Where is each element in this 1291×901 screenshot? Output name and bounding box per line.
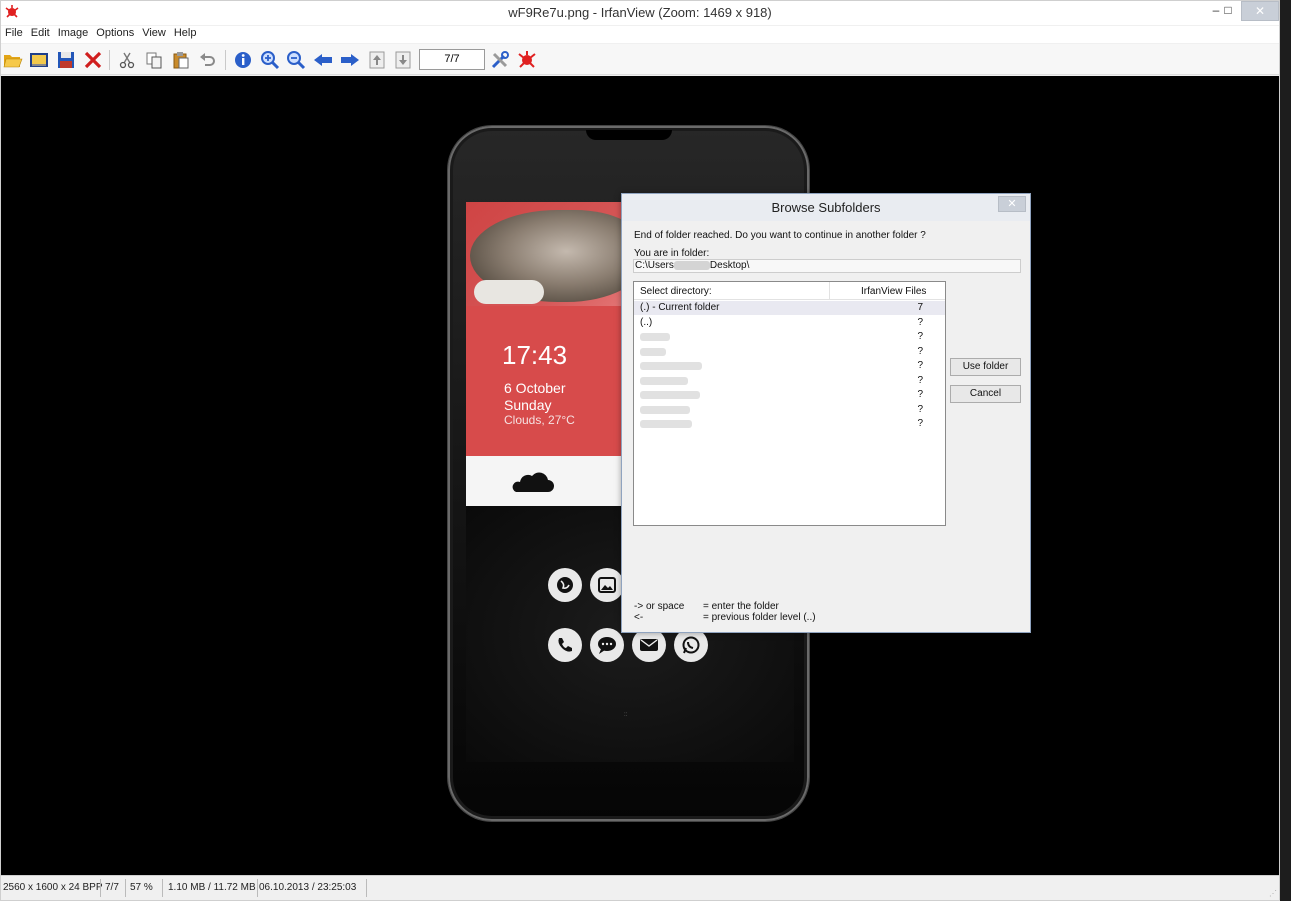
mail-icon [632,628,666,662]
clock-day: Sunday [504,397,552,413]
next-icon[interactable] [339,49,361,71]
phone-icon [548,628,582,662]
col-irfanview-files: IrfanView Files [861,286,927,297]
resize-grip-icon[interactable]: ⋰ [1269,889,1277,898]
toolbar-separator [109,50,110,70]
dialog-message: End of folder reached. Do you want to co… [634,230,926,241]
menu-bar: File Edit Image Options View Help [1,26,1279,43]
col-select-directory: Select directory: [640,286,712,297]
close-button[interactable]: ✕ [1241,1,1279,21]
previous-icon[interactable] [312,49,334,71]
clock-time: 17:43 [502,340,568,370]
exit-icon[interactable] [516,49,538,71]
whatsapp-icon [674,628,708,662]
status-position: 7/7 [105,882,119,893]
status-dimensions: 2560 x 1600 x 24 BPP [3,882,103,893]
list-item[interactable]: ? [634,388,945,402]
clock-date: 6 October [504,380,566,396]
status-filesize: 1.10 MB / 11.72 MB [168,882,256,893]
menu-view[interactable]: View [138,26,170,40]
folder-path-field: C:\Users Desktop\ [633,259,1021,273]
paste-icon[interactable] [170,49,192,71]
zoom-out-icon[interactable] [285,49,307,71]
status-bar: 2560 x 1600 x 24 BPP 7/7 57 % 1.10 MB / … [1,875,1279,900]
menu-edit[interactable]: Edit [27,26,54,40]
hint-back-desc: = previous folder level (..) [703,612,816,623]
toolbar-separator [225,50,226,70]
page-up-icon[interactable] [366,49,388,71]
menu-help[interactable]: Help [170,26,201,40]
menu-image[interactable]: Image [54,26,93,40]
cancel-button[interactable]: Cancel [950,385,1021,403]
directory-list[interactable]: Select directory: IrfanView Files (.) - … [633,281,946,526]
redacted-username [673,260,710,270]
cloud-icon [512,472,554,492]
status-zoom: 57 % [130,882,153,893]
hint-enter-key: -> or space [634,601,685,612]
list-item[interactable]: ? [634,403,945,417]
dialog-title-bar: Browse Subfolders ✕ [622,194,1030,221]
path-suffix: Desktop\ [709,260,750,271]
hint-enter-desc: = enter the folder [703,601,779,612]
zoom-in-icon[interactable] [259,49,281,71]
settings-icon[interactable] [489,49,511,71]
open-folder-icon[interactable] [2,49,24,71]
menu-options[interactable]: Options [92,26,138,40]
path-prefix: C:\Users [635,260,674,271]
dialog-title: Browse Subfolders [771,200,881,215]
status-datetime: 06.10.2013 / 23:25:03 [259,882,357,893]
menu-file[interactable]: File [1,26,27,40]
folder-label: You are in folder: [634,248,710,259]
thumbnails-icon[interactable] [28,49,50,71]
maximize-button[interactable]: □ [1215,1,1241,21]
undo-icon[interactable] [197,49,219,71]
list-item[interactable]: ? [634,359,945,373]
info-icon[interactable] [232,49,254,71]
use-folder-button[interactable]: Use folder [950,358,1021,376]
list-item-parent-folder[interactable]: (..) ? [634,316,945,330]
save-icon[interactable] [55,49,77,71]
hint-back-key: <- [634,612,644,623]
list-header: Select directory: IrfanView Files [634,282,945,300]
list-item[interactable]: ? [634,330,945,344]
title-bar: wF9Re7u.png - IrfanView (Zoom: 1469 x 91… [1,1,1279,25]
globe-icon [548,568,582,602]
list-item[interactable]: ? [634,417,945,431]
list-item[interactable]: ? [634,345,945,359]
list-item-current-folder[interactable]: (.) - Current folder 7 [634,301,945,315]
page-counter-field[interactable]: 7/7 [419,49,485,70]
delete-icon[interactable] [82,49,104,71]
browse-subfolders-dialog: Browse Subfolders ✕ End of folder reache… [621,193,1031,633]
phone-speaker [586,130,672,140]
page-down-icon[interactable] [392,49,414,71]
list-item[interactable]: ? [634,374,945,388]
messaging-icon [590,628,624,662]
cut-icon[interactable] [116,49,138,71]
dialog-close-button[interactable]: ✕ [998,196,1026,212]
window-title: wF9Re7u.png - IrfanView (Zoom: 1469 x 91… [508,5,772,20]
toolbar [1,44,1279,75]
gallery-icon [590,568,624,602]
copy-icon[interactable] [143,49,165,71]
weather-text: Clouds, 27°C [504,413,575,427]
